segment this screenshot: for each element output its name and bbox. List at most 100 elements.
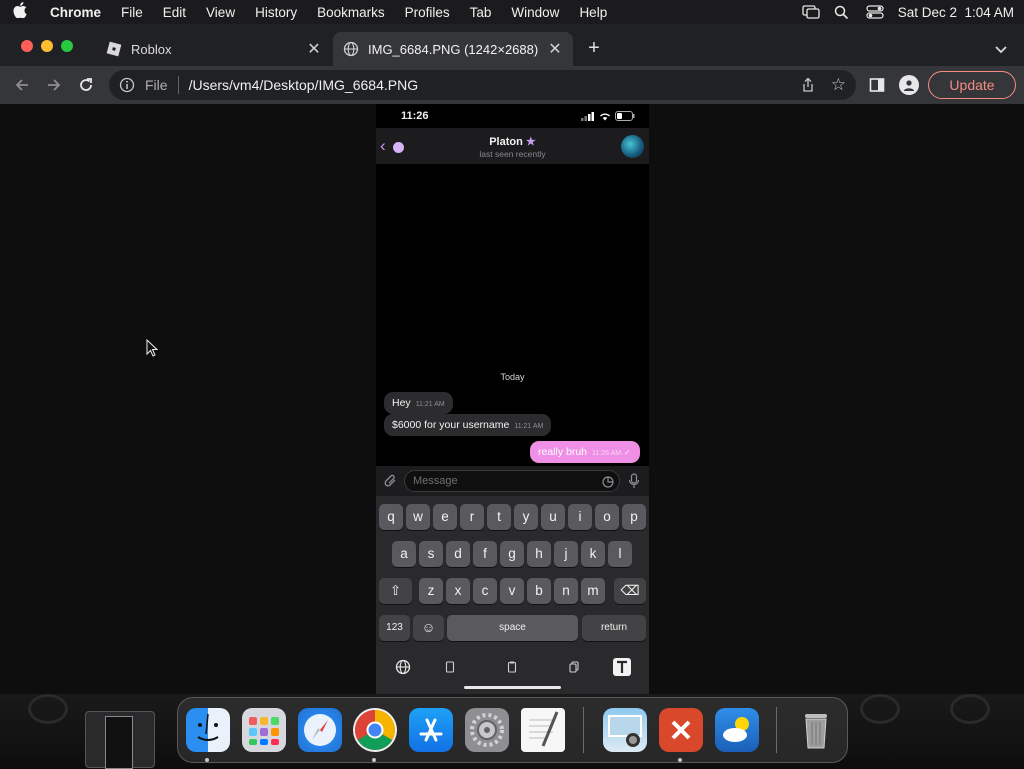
key-u[interactable]: u	[541, 504, 565, 530]
reload-icon[interactable]	[70, 69, 102, 101]
share-icon[interactable]	[800, 77, 816, 93]
site-info-icon[interactable]	[119, 77, 135, 93]
emoji-key-icon[interactable]: ☺	[413, 615, 444, 641]
menu-view[interactable]: View	[196, 5, 245, 20]
key-r[interactable]: r	[460, 504, 484, 530]
zoom-window-button[interactable]	[61, 40, 73, 52]
message-input[interactable]: Message	[404, 470, 620, 492]
outgoing-message[interactable]: really bruh 11:26 AM ✓	[530, 441, 640, 463]
tab-title: IMG_6684.PNG (1242×2688)	[368, 41, 539, 57]
apple-menu-icon[interactable]	[0, 2, 40, 22]
menu-bookmarks[interactable]: Bookmarks	[307, 5, 395, 20]
paste-icon[interactable]	[504, 659, 520, 675]
key-o[interactable]: o	[595, 504, 619, 530]
menubar-clock[interactable]: Sat Dec 2 1:04 AM	[898, 5, 1014, 20]
contact-avatar[interactable]	[621, 135, 644, 158]
key-k[interactable]: k	[581, 541, 605, 567]
system-settings-icon[interactable]	[465, 708, 509, 752]
key-y[interactable]: y	[514, 504, 538, 530]
window-controls	[21, 40, 73, 52]
key-f[interactable]: f	[473, 541, 497, 567]
copy-icon[interactable]	[566, 659, 582, 675]
bookmark-star-icon[interactable]: ☆	[831, 75, 846, 95]
key-b[interactable]: b	[527, 578, 551, 604]
battery-icon	[615, 111, 635, 121]
menu-file[interactable]: File	[111, 5, 153, 20]
key-n[interactable]: n	[554, 578, 578, 604]
screen-mirroring-icon[interactable]	[802, 5, 820, 19]
preview-icon[interactable]	[603, 708, 647, 752]
side-panel-icon[interactable]	[869, 77, 885, 93]
key-g[interactable]: g	[500, 541, 524, 567]
tab-close-icon[interactable]: ✕	[547, 39, 563, 59]
key-e[interactable]: e	[433, 504, 457, 530]
incoming-message[interactable]: $6000 for your username 11:21 AM	[384, 414, 552, 436]
return-key[interactable]: return	[582, 615, 646, 641]
menu-window[interactable]: Window	[501, 5, 569, 20]
numbers-key[interactable]: 123	[379, 615, 410, 641]
key-p[interactable]: p	[622, 504, 646, 530]
microphone-icon[interactable]	[628, 473, 640, 489]
globe-icon[interactable]	[395, 659, 411, 675]
message-text: really bruh	[538, 446, 588, 458]
chat-header: ‹ Platon ★ last seen recently	[376, 128, 649, 164]
tab-close-icon[interactable]: ✕	[306, 39, 322, 59]
shift-key-icon[interactable]: ⇧	[379, 578, 412, 604]
textedit-icon[interactable]	[521, 708, 565, 752]
key-i[interactable]: i	[568, 504, 592, 530]
finder-icon[interactable]	[186, 708, 230, 762]
key-t[interactable]: t	[487, 504, 511, 530]
trash-icon[interactable]	[794, 708, 838, 752]
key-h[interactable]: h	[527, 541, 551, 567]
sticker-icon[interactable]	[602, 475, 614, 488]
desktop-wallpaper-shape	[28, 694, 68, 724]
thumbnail-preview	[105, 716, 133, 769]
key-d[interactable]: d	[446, 541, 470, 567]
key-l[interactable]: l	[608, 541, 632, 567]
remote-desktop-icon[interactable]	[659, 708, 703, 762]
url-text[interactable]: /Users/vm4/Desktop/IMG_6684.PNG	[189, 77, 419, 93]
profile-avatar-icon[interactable]	[899, 75, 919, 95]
launchpad-icon[interactable]	[242, 708, 286, 752]
key-j[interactable]: j	[554, 541, 578, 567]
spotlight-search-icon[interactable]	[834, 5, 852, 20]
space-key[interactable]: space	[447, 615, 578, 641]
attach-paperclip-icon[interactable]	[384, 474, 398, 488]
menu-history[interactable]: History	[245, 5, 307, 20]
control-center-icon[interactable]	[866, 5, 884, 19]
minimized-window-thumbnail[interactable]	[85, 711, 155, 769]
delete-key-icon[interactable]: ⌫	[614, 578, 646, 604]
key-w[interactable]: w	[406, 504, 430, 530]
key-m[interactable]: m	[581, 578, 605, 604]
weather-icon[interactable]	[715, 708, 759, 752]
tab-search-chevron-icon[interactable]	[993, 41, 1009, 57]
minimize-window-button[interactable]	[41, 40, 53, 52]
app-store-icon[interactable]	[409, 708, 453, 752]
document-icon[interactable]	[442, 659, 458, 675]
incoming-message[interactable]: Hey 11:21 AM	[384, 392, 453, 414]
text-format-icon[interactable]	[612, 657, 632, 677]
menu-help[interactable]: Help	[569, 5, 617, 20]
chrome-icon[interactable]	[353, 708, 397, 762]
menu-tab[interactable]: Tab	[460, 5, 502, 20]
key-q[interactable]: q	[379, 504, 403, 530]
contact-name-row[interactable]: Platon ★	[376, 135, 649, 148]
key-c[interactable]: c	[473, 578, 497, 604]
menu-profiles[interactable]: Profiles	[395, 5, 460, 20]
forward-arrow-icon[interactable]	[38, 69, 70, 101]
menu-app-name[interactable]: Chrome	[40, 5, 111, 20]
key-x[interactable]: x	[446, 578, 470, 604]
back-arrow-icon[interactable]	[6, 69, 38, 101]
key-a[interactable]: a	[392, 541, 416, 567]
key-v[interactable]: v	[500, 578, 524, 604]
menu-edit[interactable]: Edit	[153, 5, 196, 20]
address-bar[interactable]: File /Users/vm4/Desktop/IMG_6684.PNG ☆	[109, 70, 856, 100]
tab-image[interactable]: IMG_6684.PNG (1242×2688) ✕	[333, 32, 573, 66]
key-s[interactable]: s	[419, 541, 443, 567]
key-z[interactable]: z	[419, 578, 443, 604]
new-tab-button[interactable]: +	[584, 38, 604, 58]
tab-roblox[interactable]: Roblox ✕	[96, 32, 332, 66]
update-button[interactable]: Update	[928, 71, 1016, 99]
safari-icon[interactable]	[298, 708, 342, 752]
close-window-button[interactable]	[21, 40, 33, 52]
